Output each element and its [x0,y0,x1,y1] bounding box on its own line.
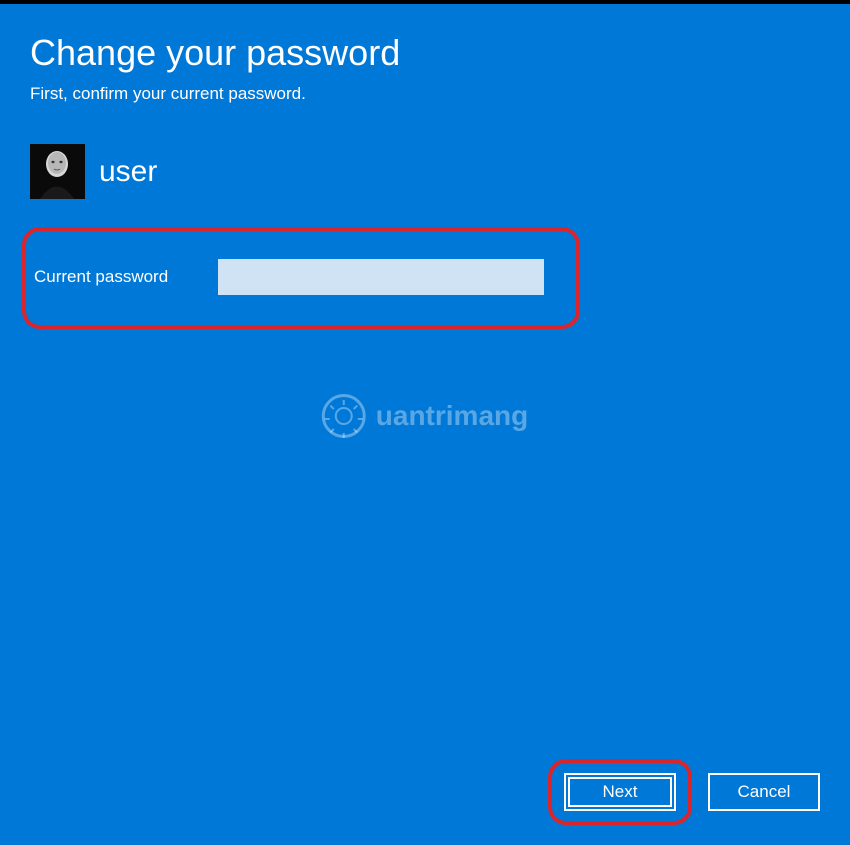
next-button-highlight: Next [548,759,692,825]
avatar [30,144,85,199]
watermark-text: uantrimang [376,400,528,432]
page-subtitle: First, confirm your current password. [30,84,820,104]
main-content: Change your password First, confirm your… [0,4,850,329]
current-password-label: Current password [26,267,218,287]
current-password-input[interactable] [218,259,544,295]
watermark: uantrimang [322,394,528,438]
password-field-highlight: Current password [22,227,580,329]
dialog-buttons: Next Cancel [548,759,820,825]
username-label: user [99,155,157,189]
user-info: user [30,144,820,199]
cancel-button[interactable]: Cancel [708,773,820,811]
page-title: Change your password [30,32,820,74]
avatar-icon [30,144,85,199]
next-button[interactable]: Next [564,773,676,811]
lightbulb-icon [322,394,366,438]
